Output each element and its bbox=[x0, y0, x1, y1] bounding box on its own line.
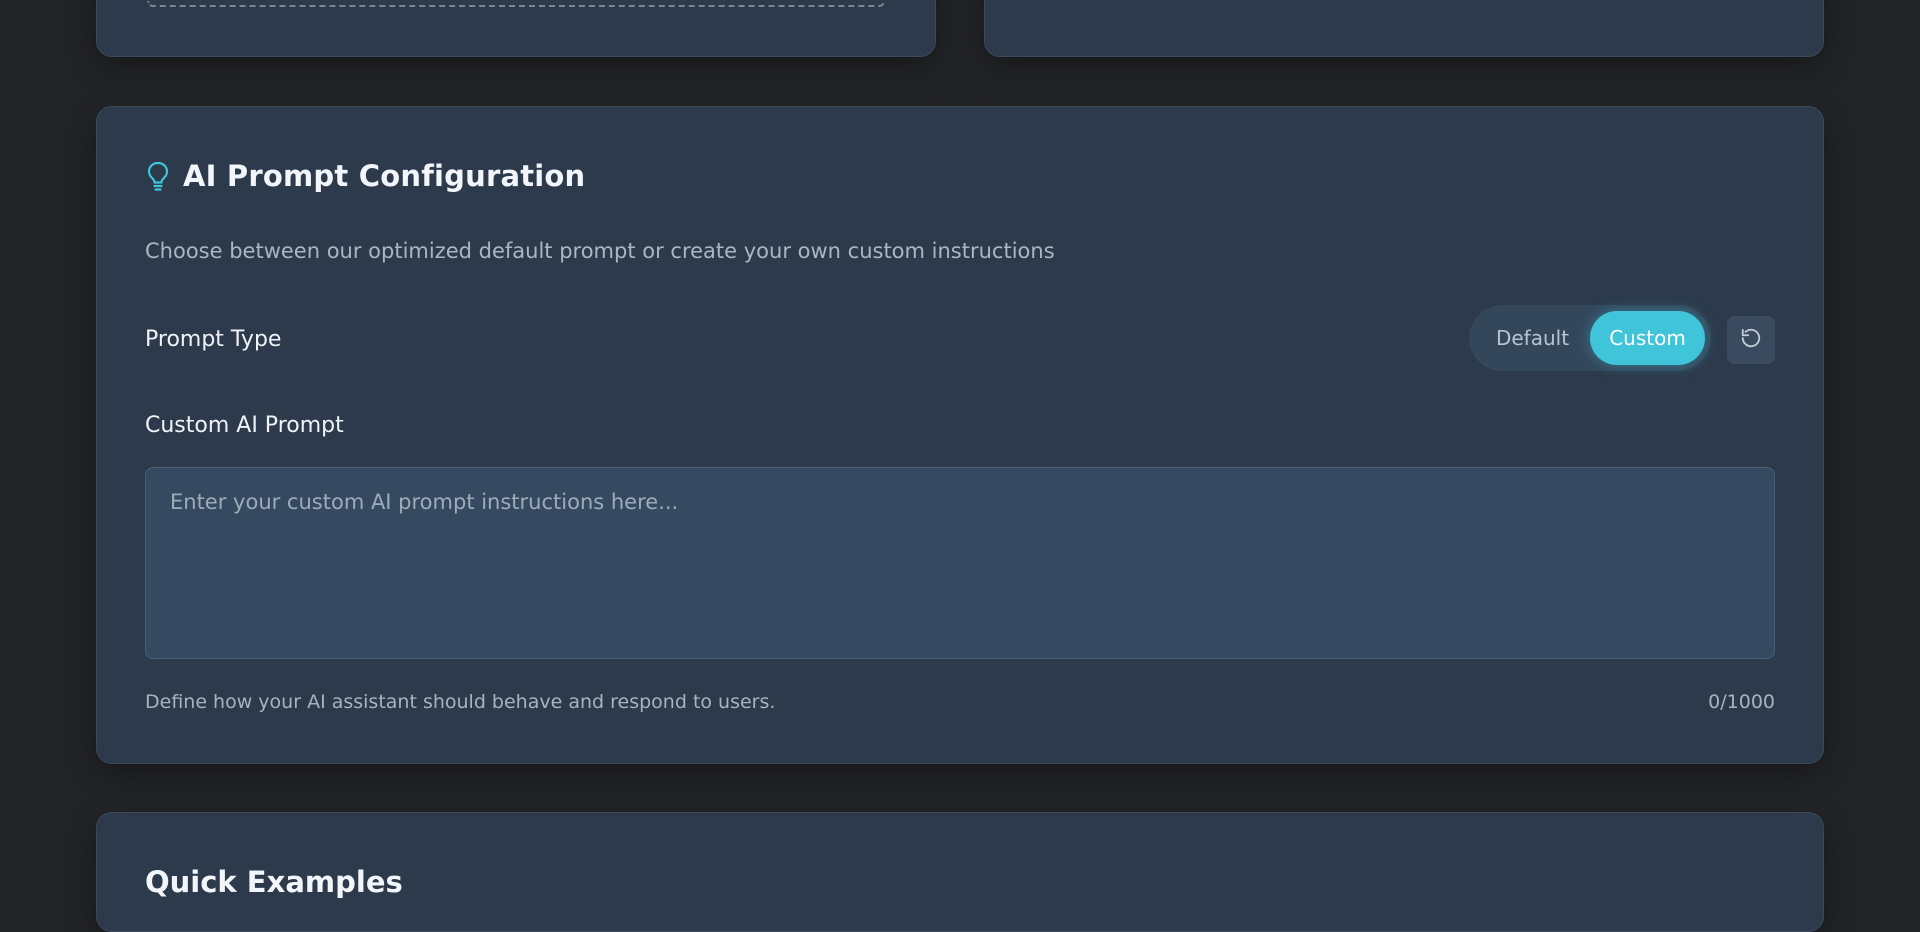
prompt-type-custom-option[interactable]: Custom bbox=[1590, 311, 1705, 365]
prompt-type-label: Prompt Type bbox=[145, 327, 282, 352]
custom-prompt-label: Custom AI Prompt bbox=[145, 413, 344, 438]
quick-examples-card: Quick Examples bbox=[96, 812, 1824, 932]
prompt-type-toggle[interactable]: Default Custom bbox=[1469, 305, 1711, 371]
section-header: AI Prompt Configuration bbox=[145, 159, 585, 193]
reset-prompt-button[interactable] bbox=[1727, 316, 1775, 364]
section-description: Choose between our optimized default pro… bbox=[145, 239, 1055, 263]
info-card bbox=[984, 0, 1824, 57]
character-count: 0/1000 bbox=[1708, 691, 1775, 713]
dropzone-border[interactable] bbox=[147, 1, 885, 7]
ai-prompt-configuration-card: AI Prompt Configuration Choose between o… bbox=[96, 106, 1824, 764]
prompt-helper-text: Define how your AI assistant should beha… bbox=[145, 691, 776, 713]
rotate-ccw-icon bbox=[1740, 327, 1762, 353]
quick-examples-title: Quick Examples bbox=[145, 865, 403, 899]
custom-prompt-textarea[interactable] bbox=[145, 467, 1775, 659]
section-title: AI Prompt Configuration bbox=[183, 159, 586, 193]
prompt-type-default-option[interactable]: Default bbox=[1475, 311, 1590, 365]
upload-card bbox=[96, 0, 936, 57]
lightbulb-icon bbox=[145, 160, 171, 192]
